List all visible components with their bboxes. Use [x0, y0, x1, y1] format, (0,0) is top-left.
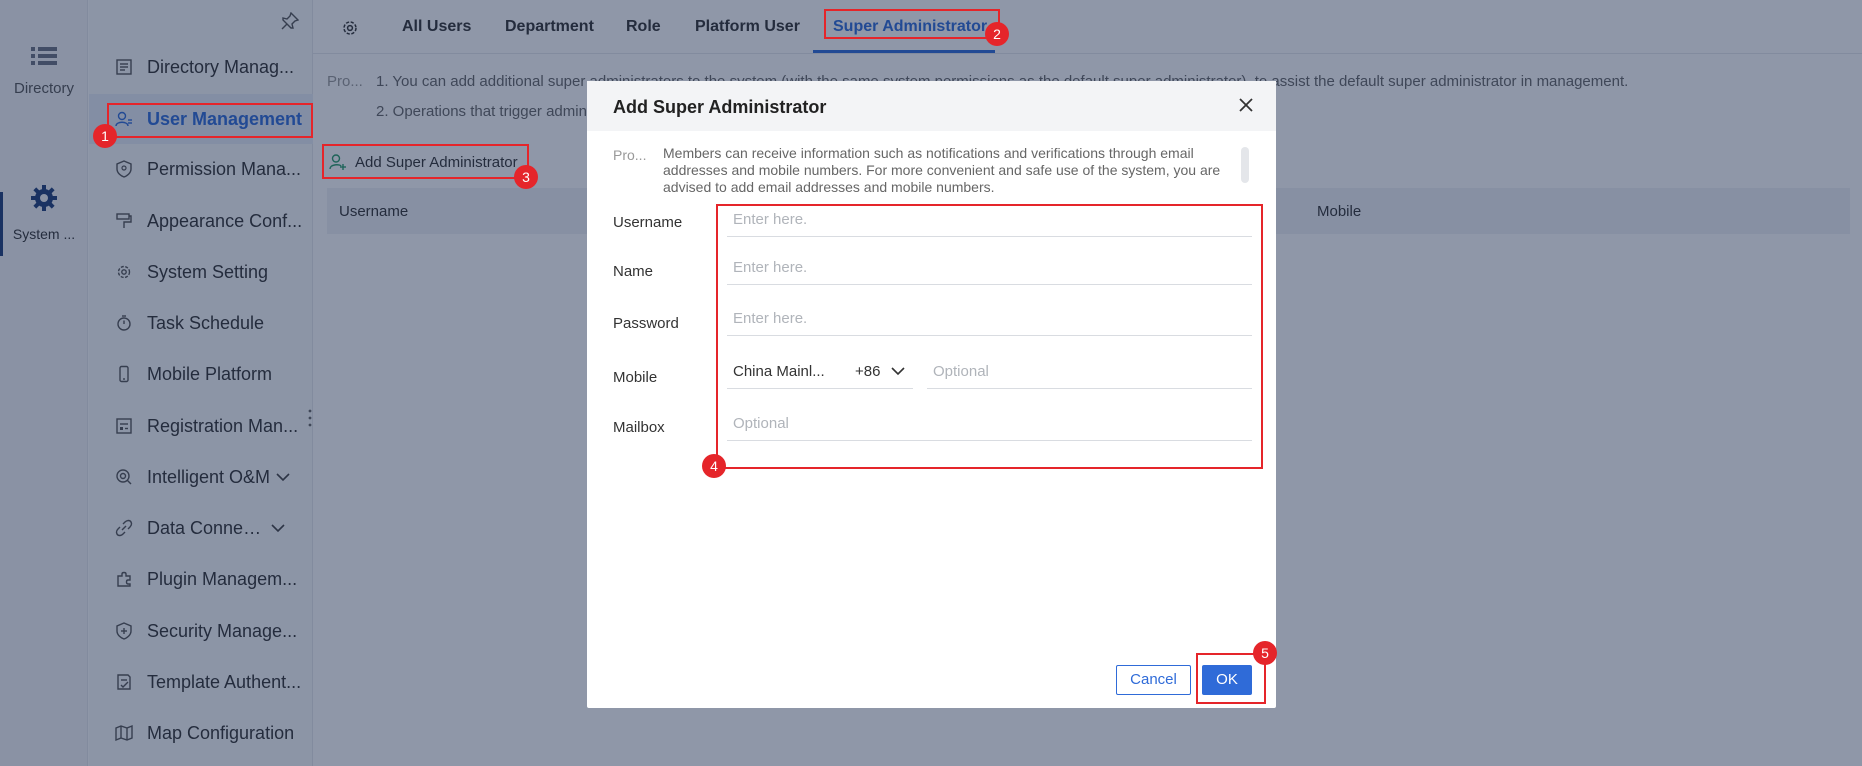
annotation-box-4 [716, 204, 1263, 469]
annotation-marker-2: 2 [985, 22, 1009, 46]
annotation-marker-5: 5 [1253, 641, 1277, 665]
annotation-marker-1: 1 [93, 124, 117, 148]
hint-text: Members can receive information such as … [663, 145, 1221, 193]
annotation-marker-3: 3 [514, 165, 538, 189]
password-label: Password [613, 315, 679, 332]
mailbox-label: Mailbox [613, 419, 665, 436]
mobile-label: Mobile [613, 369, 658, 386]
dialog-title: Add Super Administrator [613, 97, 827, 117]
cancel-button[interactable]: Cancel [1116, 665, 1191, 695]
dialog-header: Add Super Administrator [587, 81, 1276, 131]
hint-label: Pro... [613, 147, 647, 163]
hint-scrollbar[interactable] [1241, 147, 1249, 183]
annotation-box-2-top [824, 9, 1000, 39]
annotation-box-1-top [107, 103, 313, 138]
username-label: Username [613, 214, 683, 231]
close-icon[interactable] [1238, 97, 1254, 113]
name-label: Name [613, 263, 654, 280]
annotation-marker-4: 4 [702, 454, 726, 478]
annotation-box-3-top [322, 144, 529, 179]
